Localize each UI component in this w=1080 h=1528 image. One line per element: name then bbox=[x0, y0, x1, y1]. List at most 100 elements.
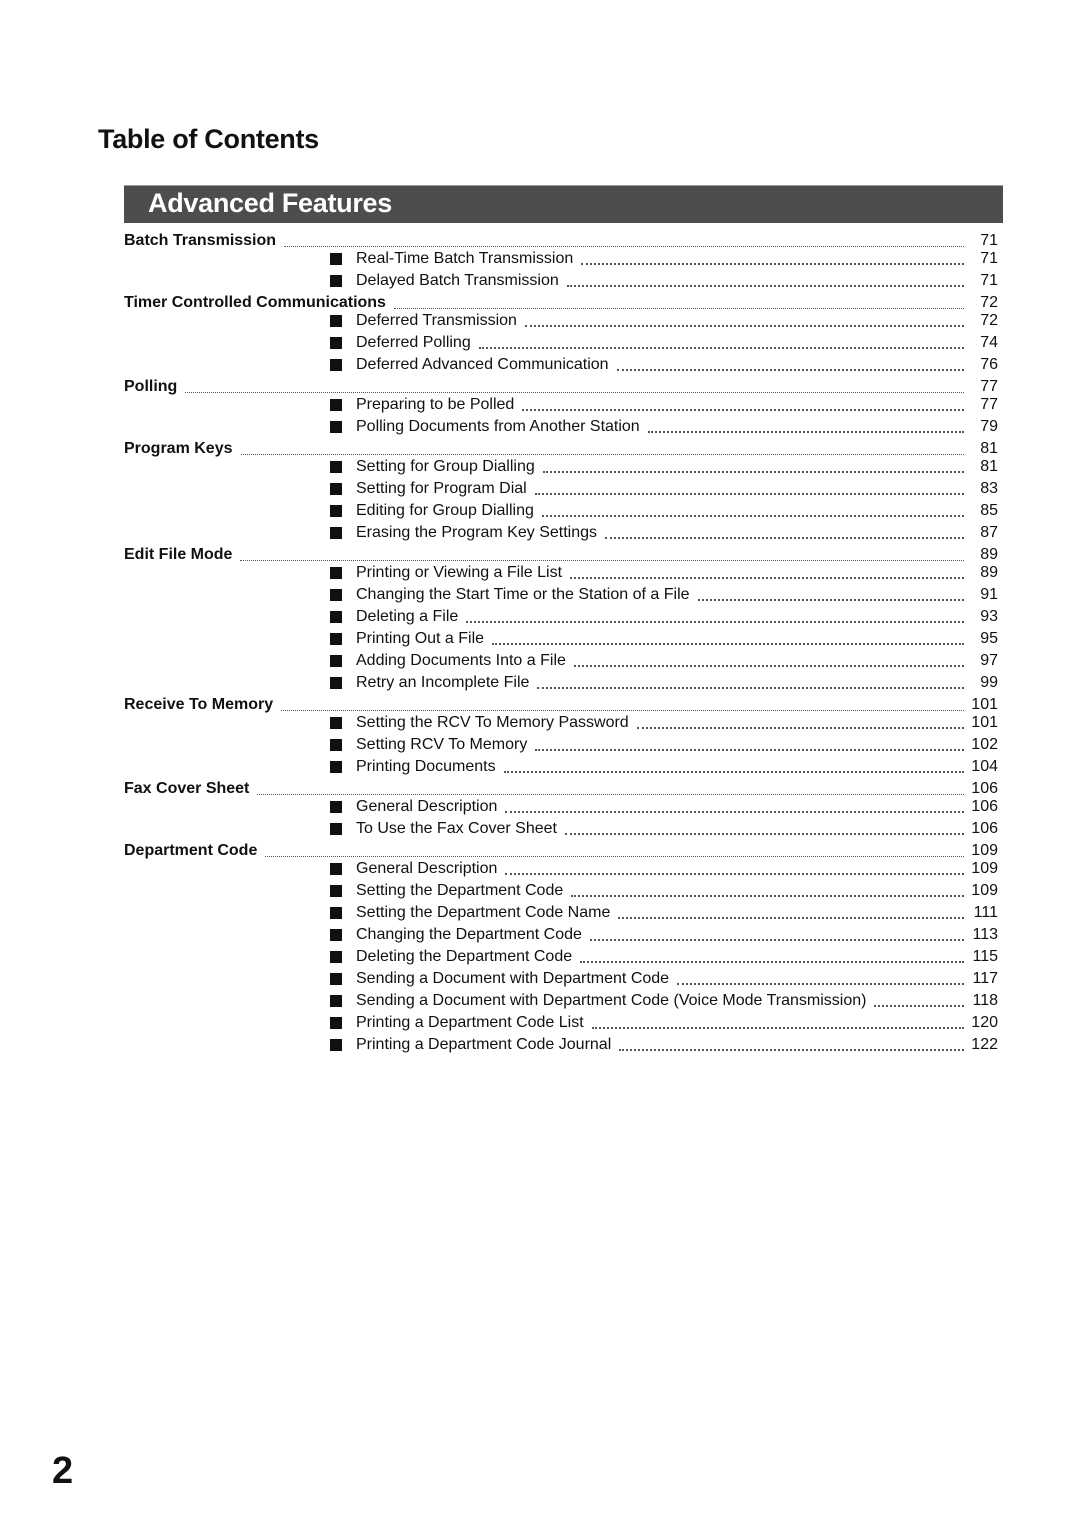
square-bullet-icon bbox=[330, 589, 342, 601]
toc-subsection-entry[interactable]: Delayed Batch Transmission 71 bbox=[124, 268, 998, 290]
toc-section-entry[interactable]: Batch Transmission 71 bbox=[124, 228, 998, 250]
toc-subsection-entry[interactable]: Setting the Department Code Name 111 bbox=[124, 900, 998, 922]
toc-subsection-title: Adding Documents Into a File bbox=[356, 652, 566, 669]
dot-leader bbox=[503, 763, 964, 773]
toc-section-entry[interactable]: Fax Cover Sheet 106 bbox=[124, 776, 998, 798]
toc-section-entry[interactable]: Polling 77 bbox=[124, 374, 998, 396]
toc-subsection-title: Setting for Group Dialling bbox=[356, 458, 535, 475]
page-number: 2 bbox=[52, 1450, 74, 1492]
toc-subsection-entry[interactable]: Setting RCV To Memory 102 bbox=[124, 732, 998, 754]
square-bullet-icon bbox=[330, 483, 342, 495]
toc-subsection-entry[interactable]: Deleting the Department Code 115 bbox=[124, 944, 998, 966]
dot-leader bbox=[618, 909, 964, 919]
toc-subsection-entry[interactable]: Retry an Incomplete File 99 bbox=[124, 670, 998, 692]
toc-section-entry[interactable]: Department Code 109 bbox=[124, 838, 998, 860]
toc-page-number: 83 bbox=[980, 480, 998, 497]
toc-subsection-entry[interactable]: Adding Documents Into a File 97 bbox=[124, 648, 998, 670]
dot-leader bbox=[240, 445, 964, 455]
toc-subsection-title: Setting RCV To Memory bbox=[356, 736, 528, 753]
toc-subsection-title: Preparing to be Polled bbox=[356, 396, 515, 413]
toc-section-title: Edit File Mode bbox=[124, 546, 233, 563]
square-bullet-icon bbox=[330, 527, 342, 539]
toc-subsection-entry[interactable]: Erasing the Program Key Settings 87 bbox=[124, 520, 998, 542]
square-bullet-icon bbox=[330, 275, 342, 287]
toc-subsection-entry[interactable]: Deferred Advanced Communication 76 bbox=[124, 352, 998, 374]
toc-subsection-entry[interactable]: Deferred Transmission 72 bbox=[124, 312, 998, 330]
dot-leader bbox=[573, 657, 964, 667]
toc-subsection-entry[interactable]: Deferred Polling 74 bbox=[124, 330, 998, 352]
section-banner: Advanced Features bbox=[124, 185, 1003, 223]
toc-page-number: 81 bbox=[980, 440, 998, 457]
toc-subsection-title: Printing a Department Code List bbox=[356, 1014, 584, 1031]
square-bullet-icon bbox=[330, 863, 342, 875]
square-bullet-icon bbox=[330, 1017, 342, 1029]
section-title: Advanced Features bbox=[148, 188, 392, 218]
toc-subsection-entry[interactable]: Setting the Department Code 109 bbox=[124, 878, 998, 900]
toc-subsection-entry[interactable]: To Use the Fax Cover Sheet 106 bbox=[124, 816, 998, 838]
toc-subsection-title: Setting the RCV To Memory Password bbox=[356, 714, 629, 731]
toc-subsection-title: Sending a Document with Department Code … bbox=[356, 992, 867, 1009]
toc-subsection-entry[interactable]: Printing Out a File 95 bbox=[124, 626, 998, 648]
toc-page-number: 113 bbox=[972, 926, 998, 943]
dot-leader bbox=[541, 507, 964, 517]
dot-leader bbox=[522, 401, 964, 411]
toc-section-entry[interactable]: Program Keys 81 bbox=[124, 436, 998, 458]
toc-subsection-entry[interactable]: Printing or Viewing a File List 89 bbox=[124, 564, 998, 582]
square-bullet-icon bbox=[330, 995, 342, 1007]
toc-subsection-entry[interactable]: Changing the Start Time or the Station o… bbox=[124, 582, 998, 604]
dot-leader bbox=[524, 317, 964, 327]
toc-subsection-title: Deferred Polling bbox=[356, 334, 471, 351]
toc-subsection-title: Changing the Department Code bbox=[356, 926, 582, 943]
square-bullet-icon bbox=[330, 823, 342, 835]
toc-section-title: Department Code bbox=[124, 842, 258, 859]
toc-section-title: Program Keys bbox=[124, 440, 233, 457]
dot-leader bbox=[534, 485, 964, 495]
dot-leader bbox=[580, 953, 964, 963]
toc-subsection-entry[interactable]: Changing the Department Code 113 bbox=[124, 922, 998, 944]
dot-leader bbox=[581, 255, 964, 265]
toc-subsection-entry[interactable]: Setting for Program Dial 83 bbox=[124, 476, 998, 498]
toc-page-number: 111 bbox=[973, 904, 998, 921]
square-bullet-icon bbox=[330, 359, 342, 371]
dot-leader bbox=[257, 785, 964, 795]
dot-leader bbox=[647, 423, 964, 433]
square-bullet-icon bbox=[330, 399, 342, 411]
square-bullet-icon bbox=[330, 567, 342, 579]
toc-subsection-entry[interactable]: Preparing to be Polled 77 bbox=[124, 396, 998, 414]
toc-page-number: 87 bbox=[980, 524, 998, 541]
toc-section-title: Batch Transmission bbox=[124, 232, 277, 249]
toc-subsection-entry[interactable]: Printing Documents 104 bbox=[124, 754, 998, 776]
toc-subsection-entry[interactable]: Printing a Department Code List 120 bbox=[124, 1010, 998, 1032]
dot-leader bbox=[505, 865, 964, 875]
toc-subsection-entry[interactable]: Polling Documents from Another Station 79 bbox=[124, 414, 998, 436]
toc-page-number: 77 bbox=[980, 396, 998, 413]
dot-leader bbox=[589, 931, 964, 941]
square-bullet-icon bbox=[330, 253, 342, 265]
square-bullet-icon bbox=[330, 973, 342, 985]
toc-subsection-title: Deleting the Department Code bbox=[356, 948, 573, 965]
dot-leader bbox=[240, 551, 964, 561]
toc-subsection-title: Printing Out a File bbox=[356, 630, 485, 647]
toc-subsection-entry[interactable]: Editing for Group Dialling 85 bbox=[124, 498, 998, 520]
toc-subsection-entry[interactable]: Real-Time Batch Transmission 71 bbox=[124, 250, 998, 268]
toc-subsection-title: General Description bbox=[356, 860, 498, 877]
toc-section-entry[interactable]: Receive To Memory 101 bbox=[124, 692, 998, 714]
toc-subsection-entry[interactable]: Printing a Department Code Journal 122 bbox=[124, 1032, 998, 1054]
toc-subsection-title: Setting the Department Code bbox=[356, 882, 564, 899]
dot-leader bbox=[537, 679, 964, 689]
toc-page-number: 109 bbox=[971, 882, 998, 899]
square-bullet-icon bbox=[330, 739, 342, 751]
dot-leader bbox=[874, 997, 964, 1007]
dot-leader bbox=[566, 277, 964, 287]
toc-subsection-entry[interactable]: Setting the RCV To Memory Password 101 bbox=[124, 714, 998, 732]
toc-page-number: 106 bbox=[971, 820, 998, 837]
toc-subsection-entry[interactable]: Deleting a File 93 bbox=[124, 604, 998, 626]
toc-section-entry[interactable]: Timer Controlled Communications 72 bbox=[124, 290, 998, 312]
toc-subsection-entry[interactable]: Sending a Document with Department Code … bbox=[124, 988, 998, 1010]
square-bullet-icon bbox=[330, 655, 342, 667]
toc-subsection-entry[interactable]: Setting for Group Dialling 81 bbox=[124, 458, 998, 476]
toc-subsection-entry[interactable]: General Description 109 bbox=[124, 860, 998, 878]
toc-subsection-entry[interactable]: General Description 106 bbox=[124, 798, 998, 816]
toc-section-entry[interactable]: Edit File Mode 89 bbox=[124, 542, 998, 564]
toc-subsection-entry[interactable]: Sending a Document with Department Code 1… bbox=[124, 966, 998, 988]
